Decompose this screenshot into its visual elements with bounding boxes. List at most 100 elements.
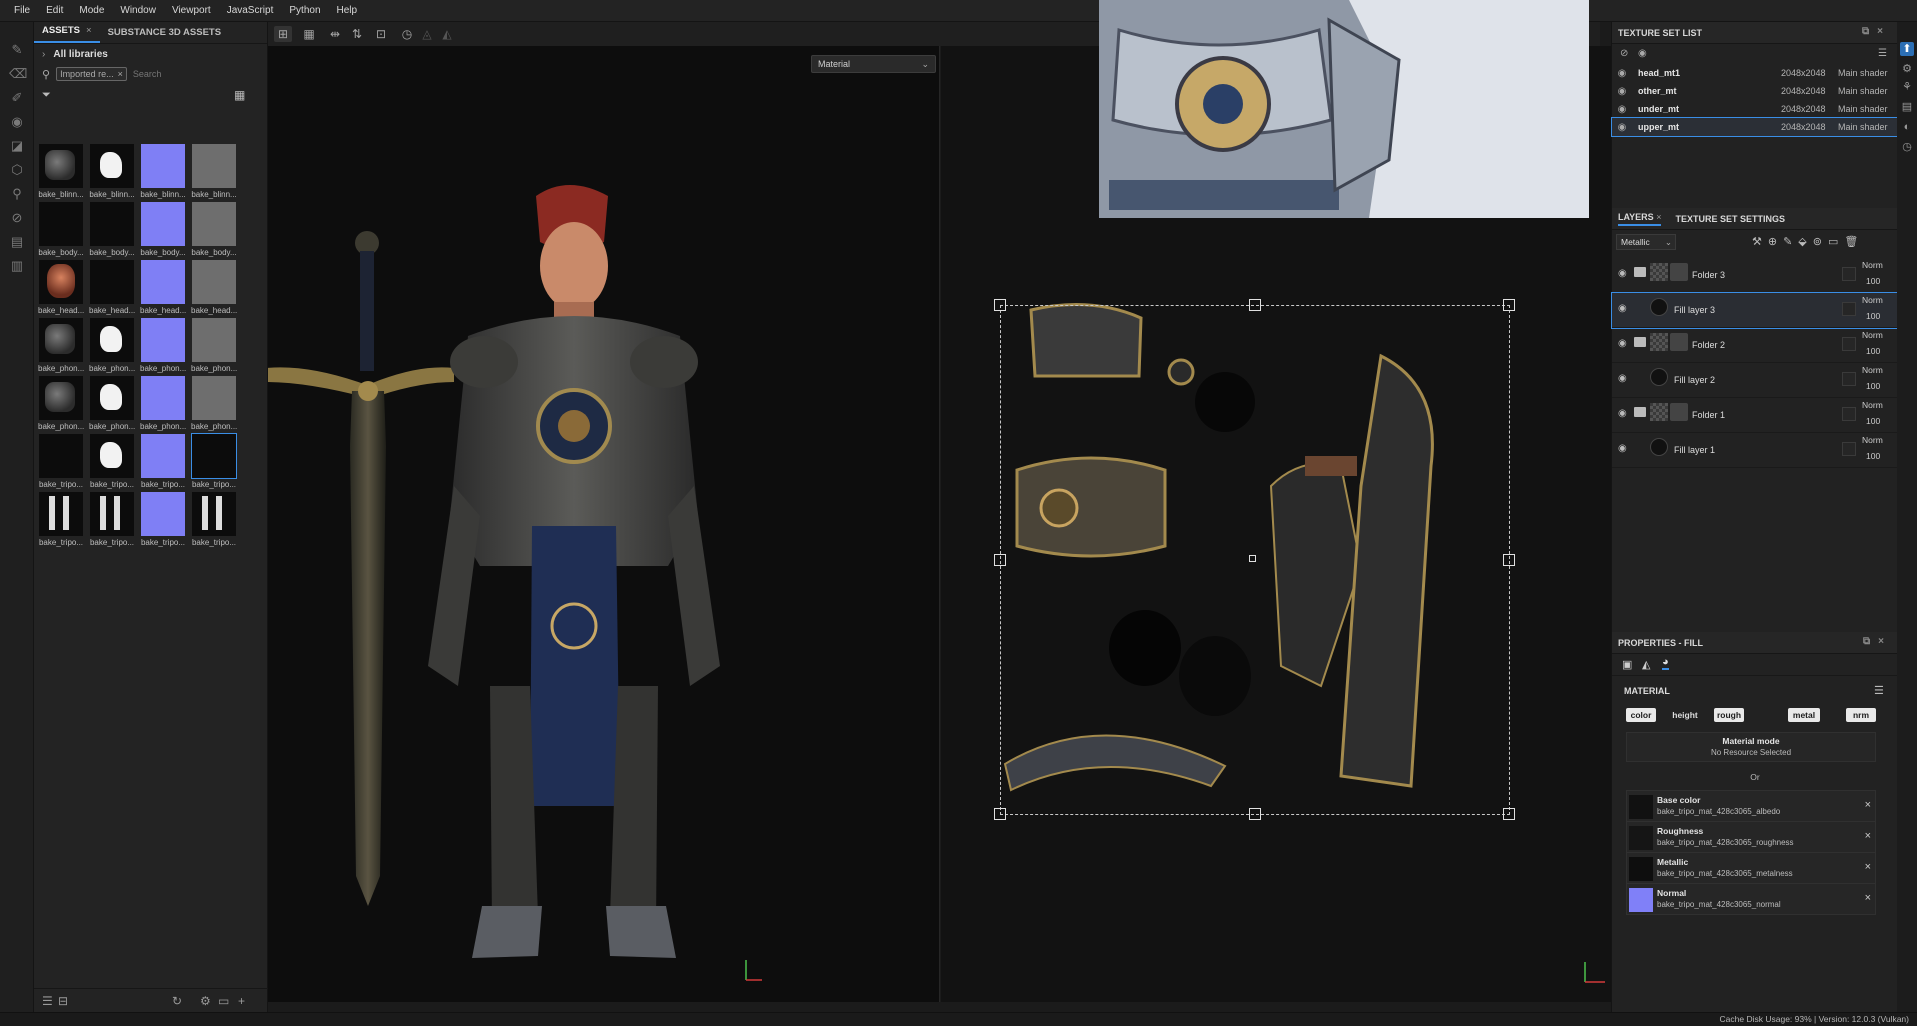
transform-handle[interactable] [1503, 808, 1515, 820]
layer-mask-thumbnail[interactable] [1670, 263, 1688, 281]
layer-blend-mode[interactable]: Norm [1862, 435, 1883, 445]
eye-icon[interactable]: ◉ [1612, 122, 1632, 133]
texture-set-row[interactable]: ◉ under_mt 2048x2048 Main shader [1612, 100, 1897, 118]
channel-toggle-height[interactable]: height [1668, 708, 1702, 722]
layer-props-icon[interactable]: ▣ [1622, 658, 1632, 671]
eye-icon[interactable]: ◉ [1612, 68, 1632, 79]
layer-opacity[interactable]: 100 [1866, 381, 1880, 391]
channel-toggle-rough[interactable]: rough [1714, 708, 1744, 722]
asset-thumbnail[interactable]: bake_tripo... [89, 434, 135, 492]
search-input[interactable] [132, 69, 233, 79]
layer-name[interactable]: Fill layer 2 [1674, 375, 1715, 385]
channel-toggle-color[interactable]: color [1626, 708, 1656, 722]
display-settings-icon[interactable]: ⚘ [1900, 80, 1914, 94]
asset-thumbnail[interactable]: bake_phon... [38, 376, 84, 434]
eraser-icon[interactable]: ⌫ [9, 66, 27, 82]
layer-blend-mode[interactable]: Norm [1862, 295, 1883, 305]
layer-row[interactable]: ◉ Folder 3 Norm 100 [1612, 258, 1898, 293]
channel-select[interactable]: Metallic ⌄ [1616, 234, 1676, 250]
material-mode-select[interactable]: Material ⌄ [811, 55, 936, 73]
eye-icon[interactable]: ◉ [1618, 268, 1627, 279]
layer-name[interactable]: Fill layer 3 [1674, 305, 1715, 315]
shelf-icon[interactable]: ⚙ [1900, 62, 1914, 76]
tab-texture-set-settings[interactable]: TEXTURE SET SETTINGS [1675, 214, 1785, 224]
layer-name[interactable]: Fill layer 1 [1674, 445, 1715, 455]
channel-slot[interactable]: Roughness bake_tripo_mat_428c3065_roughne… [1626, 821, 1876, 853]
asset-thumbnail[interactable]: bake_phon... [140, 376, 186, 434]
asset-thumbnail[interactable]: bake_body... [89, 202, 135, 260]
folder-icon[interactable]: ▭ [218, 994, 229, 1008]
filter-icon[interactable]: ⏷ [42, 89, 51, 102]
asset-thumbnail[interactable]: bake_phon... [191, 376, 237, 434]
asset-thumbnail[interactable]: bake_head... [38, 260, 84, 318]
camera-icon[interactable]: ◬ [418, 26, 436, 42]
tab-layers[interactable]: LAYERS × [1618, 212, 1662, 226]
geometry-mask-icon[interactable]: ◭ [1642, 658, 1650, 671]
close-icon[interactable]: × [118, 69, 123, 79]
menu-item[interactable]: Edit [38, 5, 71, 16]
menu-icon[interactable]: ☰ [1878, 48, 1887, 59]
paint-brush-icon[interactable]: ✎ [9, 42, 25, 58]
eye-icon[interactable]: ◉ [1618, 373, 1627, 384]
selection-frame[interactable] [994, 299, 1515, 820]
asset-thumbnail[interactable]: bake_phon... [89, 376, 135, 434]
grid-select-icon[interactable]: ⊞ [274, 26, 292, 42]
menu-item[interactable]: Mode [71, 5, 112, 16]
filter-chip[interactable]: Imported re... × [56, 67, 127, 81]
render-icon[interactable]: ◭ [438, 26, 456, 42]
texture-set-panel-icon[interactable]: ⬆ [1900, 42, 1914, 56]
layer-action-icons[interactable]: ⚒⊕✎⬙⊚▭🗑 [1752, 235, 1864, 248]
asset-thumbnail[interactable]: bake_phon... [38, 318, 84, 376]
layer-row[interactable]: ◉ Fill layer 2 Norm 100 [1612, 363, 1898, 398]
tab-substance-assets[interactable]: SUBSTANCE 3D ASSETS [100, 27, 230, 43]
refresh-icon[interactable]: ↻ [172, 994, 182, 1008]
layer-blend-mode[interactable]: Norm [1862, 330, 1883, 340]
transform-handle[interactable] [1503, 554, 1515, 566]
export-icon[interactable]: ▥ [9, 258, 25, 274]
layer-opacity[interactable]: 100 [1866, 346, 1880, 356]
frame-icon[interactable]: ⊡ [372, 26, 390, 42]
asset-thumbnail[interactable]: bake_blinn... [89, 144, 135, 202]
layer-mask-thumbnail[interactable] [1670, 333, 1688, 351]
transform-handle[interactable] [994, 554, 1006, 566]
layer-blend-mode[interactable]: Norm [1862, 260, 1883, 270]
asset-thumbnail[interactable]: bake_tripo... [140, 492, 186, 550]
eye-icon[interactable]: ◉ [1618, 338, 1627, 349]
channel-slot[interactable]: Base color bake_tripo_mat_428c3065_albedo… [1626, 790, 1876, 822]
channel-slot[interactable]: Metallic bake_tripo_mat_428c3065_metalnes… [1626, 852, 1876, 884]
transform-handle[interactable] [1249, 299, 1261, 311]
texture-set-row[interactable]: ◉ other_mt 2048x2048 Main shader [1612, 82, 1897, 100]
layer-channel-slot[interactable] [1842, 267, 1856, 281]
layer-name[interactable]: Folder 2 [1692, 340, 1725, 350]
layer-row[interactable]: ◉ Folder 2 Norm 100 [1612, 328, 1898, 363]
layer-channel-slot[interactable] [1842, 372, 1856, 386]
layer-name[interactable]: Folder 3 [1692, 270, 1725, 280]
layer-blend-mode[interactable]: Norm [1862, 365, 1883, 375]
asset-thumbnail[interactable]: bake_blinn... [38, 144, 84, 202]
channel-slot[interactable]: Normal bake_tripo_mat_428c3065_normal × [1626, 883, 1876, 915]
asset-thumbnail[interactable]: bake_blinn... [140, 144, 186, 202]
asset-thumbnail[interactable]: bake_tripo... [140, 434, 186, 492]
viewport-3d[interactable] [268, 46, 940, 1002]
layer-row[interactable]: ◉ Fill layer 1 Norm 100 [1612, 433, 1898, 468]
shader-settings-icon[interactable]: ▤ [1900, 100, 1914, 114]
history-icon[interactable]: ◷ [398, 26, 416, 42]
material-mode-box[interactable]: Material mode No Resource Selected [1626, 732, 1876, 762]
asset-thumbnail[interactable]: bake_phon... [140, 318, 186, 376]
layer-name[interactable]: Folder 1 [1692, 410, 1725, 420]
geometry-fill-icon[interactable]: ◉ [9, 114, 25, 130]
symmetry-icon[interactable]: ⇹ [326, 26, 344, 42]
close-icon[interactable]: × [86, 25, 92, 36]
eye-hidden-icon[interactable]: ⊘ [1620, 48, 1628, 59]
polygon-fill-icon[interactable]: ⊘ [9, 210, 25, 226]
texture-set-row[interactable]: ◉ upper_mt 2048x2048 Main shader [1611, 117, 1898, 137]
bake-settings-icon[interactable]: ◐ [1900, 120, 1914, 134]
channel-toggle-nrm[interactable]: nrm [1846, 708, 1876, 722]
projection-icon[interactable]: ✐ [9, 90, 25, 106]
layer-channel-slot[interactable] [1842, 442, 1856, 456]
preset-menu-icon[interactable]: ☰ [1874, 684, 1884, 697]
panel-float-close-icons[interactable]: ⧉× [1863, 636, 1892, 647]
eye-icon[interactable]: ◉ [1618, 408, 1627, 419]
asset-thumbnail[interactable]: bake_head... [89, 260, 135, 318]
eye-icon[interactable]: ◉ [1612, 104, 1632, 115]
